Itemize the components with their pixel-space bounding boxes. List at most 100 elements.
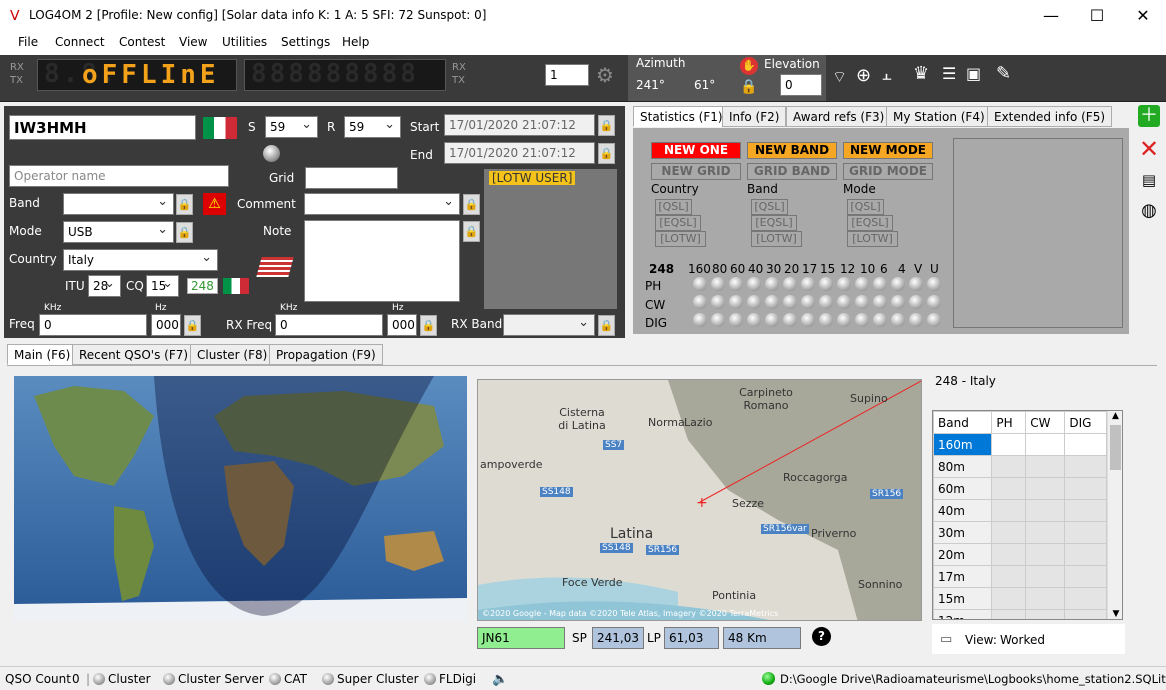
minimize-button[interactable]: — <box>1028 0 1074 31</box>
radio-icon[interactable]: ▣ <box>966 64 981 83</box>
worked-cell <box>1025 565 1066 588</box>
cluster-server-status[interactable]: Cluster Server <box>163 672 264 686</box>
table-row[interactable]: 30m <box>933 521 1107 544</box>
table-row[interactable]: 80m <box>933 455 1107 478</box>
status-dot-dig-30 <box>765 313 779 327</box>
super-cluster-status[interactable]: Super Cluster <box>322 672 419 686</box>
delete-qso-icon[interactable]: ✕ <box>1136 136 1162 162</box>
tab-info[interactable]: Info (F2) <box>722 106 787 127</box>
rx-freq-hz-input[interactable]: 000 <box>387 314 417 336</box>
comment-lock-icon[interactable]: 🔒 <box>463 194 480 215</box>
crown-icon[interactable]: ♛ <box>913 63 929 84</box>
local-map[interactable]: + Carpineto Romano Supino Cisterna di La… <box>477 379 922 621</box>
elevation-input[interactable]: 0 <box>780 74 822 96</box>
tab-my-station[interactable]: My Station (F4) <box>886 106 992 127</box>
status-dot-cw-40 <box>747 295 761 309</box>
table-row[interactable]: 17m <box>933 565 1107 588</box>
cards-icon[interactable]: ▤ <box>1136 167 1162 193</box>
rst-sent-select[interactable]: 59 <box>265 116 318 138</box>
menu-contest[interactable]: Contest <box>119 35 165 49</box>
lock-icon[interactable]: 🔒 <box>740 79 757 95</box>
maximize-button[interactable]: ☐ <box>1074 0 1120 31</box>
tab-award-refs[interactable]: Award refs (F3) <box>786 106 892 127</box>
table-row[interactable]: 60m <box>933 477 1107 500</box>
tab-propagation[interactable]: Propagation (F9) <box>269 344 383 365</box>
table-row[interactable]: 40m <box>933 499 1107 522</box>
scrollbar-thumb[interactable] <box>1110 425 1121 470</box>
table-row[interactable]: 20m <box>933 543 1107 566</box>
note-textarea[interactable] <box>304 220 460 302</box>
world-icon[interactable]: ◍ <box>1136 198 1162 224</box>
menu-file[interactable]: File <box>18 35 38 49</box>
operator-name-input[interactable]: Operator name <box>9 165 229 187</box>
freq-lock-icon[interactable]: 🔒 <box>184 315 201 336</box>
cat-status[interactable]: CAT <box>269 672 307 686</box>
rx-freq-khz-input[interactable]: 0 <box>275 314 383 336</box>
table-row[interactable]: 160m <box>933 433 1107 456</box>
radio-toolbar: RX TX 8.8. oFFLInE 888888888 RX TX 1 ⚙ Azi… <box>0 55 1166 102</box>
rst-received-select[interactable]: 59 <box>344 116 401 138</box>
freq-hz-input[interactable]: 000 <box>151 314 181 336</box>
band-select[interactable] <box>63 193 174 215</box>
start-lock-icon[interactable]: 🔒 <box>598 115 615 136</box>
world-map[interactable] <box>14 376 467 621</box>
pen-icon[interactable]: ✎ <box>996 63 1011 84</box>
menu-connect[interactable]: Connect <box>55 35 105 49</box>
table-row[interactable]: 15m <box>933 587 1107 610</box>
help-icon[interactable]: ? <box>812 627 831 646</box>
rx-band-lock-icon[interactable]: 🔒 <box>598 315 615 336</box>
azimuth-sp: 241° <box>636 78 665 92</box>
tab-main[interactable]: Main (F6) <box>7 344 78 365</box>
tab-recent-qsos[interactable]: Recent QSO's (F7) <box>72 344 196 365</box>
sp-label: SP <box>572 631 587 645</box>
view-value[interactable]: Worked <box>1000 633 1045 647</box>
mode-lock-icon[interactable]: 🔒 <box>176 222 193 243</box>
grid-input[interactable] <box>305 167 398 189</box>
close-button[interactable]: ✕ <box>1120 0 1166 31</box>
rx-band-select[interactable] <box>503 314 595 336</box>
cq-select[interactable]: 15 <box>146 275 179 297</box>
tab-statistics[interactable]: Statistics (F1) <box>633 106 730 127</box>
header-dig: DIG <box>1064 411 1107 434</box>
qsl-card-icon[interactable] <box>256 257 294 277</box>
band-header-u: U <box>930 262 939 276</box>
super-cluster-icon <box>322 673 334 685</box>
end-lock-icon[interactable]: 🔒 <box>598 143 615 164</box>
note-lock-icon[interactable]: 🔒 <box>463 221 480 242</box>
vfo-spinner[interactable]: 1 <box>545 64 589 86</box>
table-row[interactable]: 12m <box>933 609 1107 619</box>
menu-help[interactable]: Help <box>342 35 369 49</box>
comment-select[interactable] <box>304 193 460 215</box>
band-cell: 30m <box>933 521 993 544</box>
menu-view[interactable]: View <box>179 35 207 49</box>
wifi-icon[interactable]: ⌔ <box>832 67 847 87</box>
map-label-roccagorga: Roccagorga <box>783 471 848 484</box>
band-lock-icon[interactable]: 🔒 <box>176 194 193 215</box>
col-mode-label: Mode <box>843 182 876 196</box>
country-select[interactable]: Italy <box>63 249 218 271</box>
rx-freq-lock-icon[interactable]: 🔒 <box>420 315 437 336</box>
start-time-input[interactable]: 17/01/2020 21:07:12 <box>444 114 595 136</box>
itu-select[interactable]: 28 <box>88 275 121 297</box>
menu-utilities[interactable]: Utilities <box>222 35 267 49</box>
tab-extended-info[interactable]: Extended info (F5) <box>987 106 1113 127</box>
map-label-ss148-south: SS148 <box>600 543 633 553</box>
mode-select[interactable]: USB <box>63 221 174 243</box>
antenna-icon[interactable]: ⫠ <box>882 65 892 85</box>
cluster-status[interactable]: Cluster <box>93 672 151 686</box>
lp-label: LP <box>647 631 661 645</box>
freq-khz-input[interactable]: 0 <box>39 314 147 336</box>
stop-hand-icon[interactable]: ✋ <box>740 57 758 75</box>
globe-icon[interactable]: ⊕ <box>856 65 871 86</box>
callsign-input[interactable]: IW3HMH <box>9 115 196 140</box>
end-time-input[interactable]: 17/01/2020 21:07:12 <box>444 142 595 164</box>
menu-settings[interactable]: Settings <box>281 35 330 49</box>
table-scrollbar[interactable]: ▲ ▼ <box>1107 411 1122 619</box>
fldigi-status[interactable]: FLDigi <box>424 672 476 686</box>
gear-icon[interactable]: ⚙ <box>596 63 614 87</box>
tab-cluster[interactable]: Cluster (F8) <box>190 344 275 365</box>
list-icon[interactable]: ☰ <box>942 64 956 83</box>
add-qso-icon[interactable]: ＋ <box>1138 105 1160 127</box>
map-label-supino: Supino <box>850 392 888 405</box>
speaker-icon[interactable]: 🔈 <box>492 672 508 687</box>
